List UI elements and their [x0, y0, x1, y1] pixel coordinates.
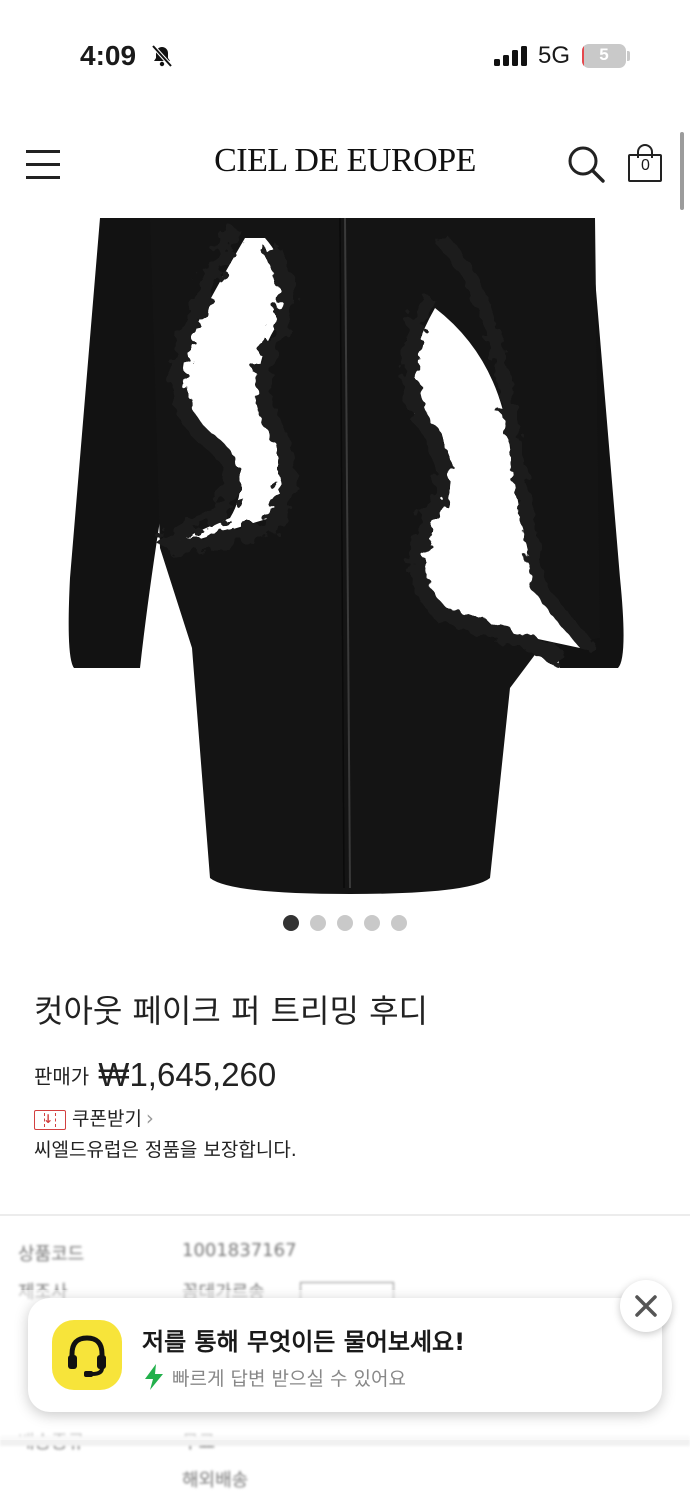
chevron-right-icon: ›	[145, 1106, 154, 1130]
lightning-icon	[145, 1364, 163, 1390]
product-title: 컷아웃 페이크 퍼 트리밍 후디	[34, 992, 428, 1030]
info-value: 해외배송	[182, 1470, 249, 1491]
search-icon[interactable]	[566, 144, 606, 184]
site-header: CIEL DE EUROPE 0	[0, 120, 690, 210]
chat-title: 저를 통해 무엇이든 물어보세요!	[142, 1328, 466, 1356]
price-label: 판매가	[34, 1064, 90, 1089]
chat-subtitle: 빠르게 답변 받으실 수 있어요	[172, 1368, 406, 1390]
pagination-dot[interactable]	[337, 915, 353, 931]
status-bar: 4:09 5G 5	[0, 0, 690, 110]
image-pagination	[0, 915, 690, 931]
headset-icon	[52, 1320, 122, 1390]
coupon-icon: ↓	[34, 1109, 66, 1130]
genuine-notice: 씨엘드유럽은 정품을 보장합니다.	[34, 1139, 297, 1161]
pagination-dot[interactable]	[283, 915, 299, 931]
product-price: ₩1,645,260	[98, 1056, 277, 1093]
battery-percent: 5	[599, 45, 609, 64]
info-value: 1001837167	[182, 1240, 297, 1261]
price-row: 판매가 ₩1,645,260	[34, 1056, 276, 1094]
coupon-label: 쿠폰받기	[72, 1108, 142, 1130]
pagination-dot[interactable]	[364, 915, 380, 931]
coupon-download-link[interactable]: ↓ 쿠폰받기 ›	[34, 1104, 154, 1131]
cellular-signal-icon	[494, 46, 527, 66]
status-time: 4:09	[80, 40, 137, 71]
shopping-bag-icon[interactable]: 0	[626, 142, 664, 182]
pagination-dot[interactable]	[310, 915, 326, 931]
battery-icon: 5	[582, 44, 626, 68]
page-scrollbar[interactable]	[680, 132, 684, 210]
close-icon	[635, 1295, 657, 1317]
bell-muted-icon	[151, 44, 173, 68]
cart-count: 0	[641, 157, 650, 174]
network-type: 5G	[538, 42, 571, 69]
product-image[interactable]	[0, 218, 690, 898]
pagination-dot[interactable]	[391, 915, 407, 931]
close-chat-button[interactable]	[620, 1280, 672, 1332]
info-label: 상품코드	[18, 1244, 85, 1265]
battery-cap	[627, 51, 630, 61]
chat-popup[interactable]: 저를 통해 무엇이든 물어보세요! 빠르게 답변 받으실 수 있어요	[28, 1298, 662, 1412]
